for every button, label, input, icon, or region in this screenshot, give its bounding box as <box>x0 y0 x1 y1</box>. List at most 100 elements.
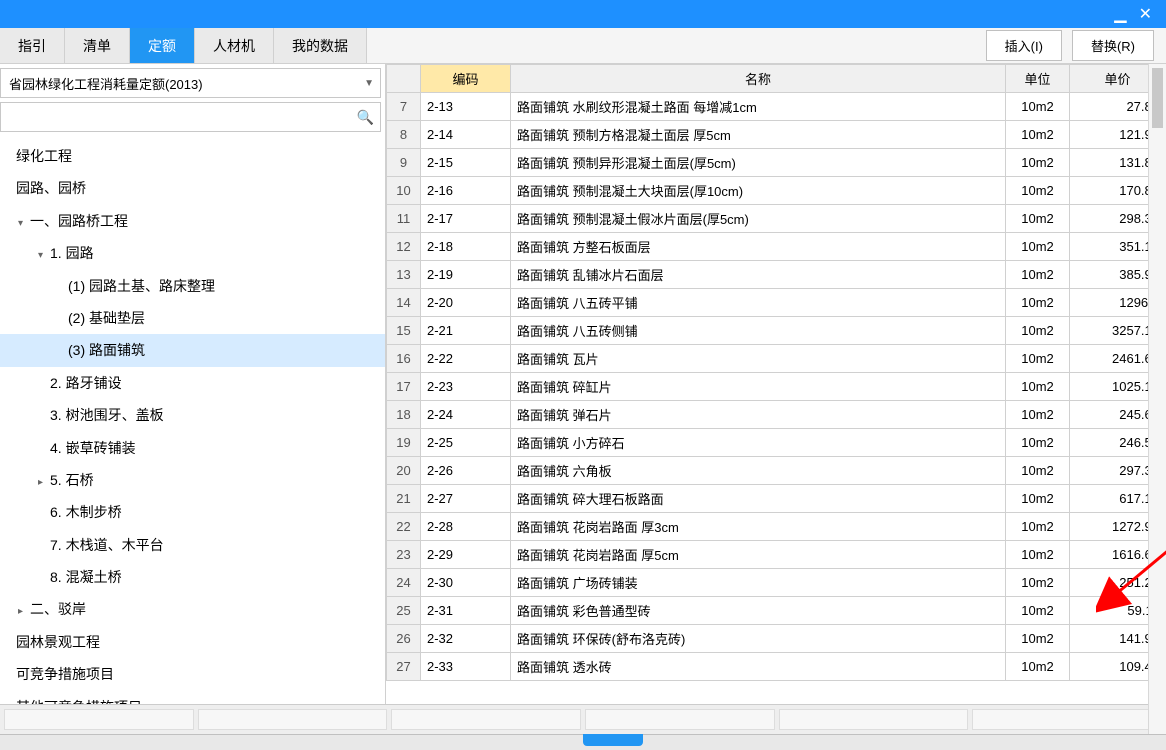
tab-3[interactable]: 人材机 <box>195 28 274 63</box>
cell-code: 2-31 <box>421 597 511 625</box>
norm-dropdown[interactable]: 省园林绿化工程消耗量定额(2013) ▼ <box>0 68 381 98</box>
tree-item-6[interactable]: (3) 路面铺筑 <box>0 334 385 366</box>
table-row[interactable]: 202-26路面铺筑 六角板10m2297.37 <box>387 457 1166 485</box>
tab-0[interactable]: 指引 <box>0 28 65 63</box>
tree-item-15[interactable]: 园林景观工程 <box>0 626 385 658</box>
cell-code: 2-25 <box>421 429 511 457</box>
table-row[interactable]: 142-20路面铺筑 八五砖平铺10m21296.1 <box>387 289 1166 317</box>
tab-1[interactable]: 清单 <box>65 28 130 63</box>
titlebar: ▁ ✕ <box>0 0 1166 28</box>
tab-4[interactable]: 我的数据 <box>274 28 367 63</box>
tree-item-label: 8. 混凝土桥 <box>50 569 122 585</box>
cell-unit: 10m2 <box>1006 569 1070 597</box>
col-header-code[interactable]: 编码 <box>421 65 511 93</box>
insert-button[interactable]: 插入(I) <box>986 30 1062 61</box>
tree-item-0[interactable]: 绿化工程 <box>0 140 385 172</box>
table-row[interactable]: 212-27路面铺筑 碎大理石板路面10m2617.18 <box>387 485 1166 513</box>
cell-code: 2-19 <box>421 261 511 289</box>
toolbar: 指引清单定额人材机我的数据 插入(I) 替换(R) <box>0 28 1166 64</box>
tree-item-14[interactable]: ▸二、驳岸 <box>0 593 385 625</box>
table-row[interactable]: 272-33路面铺筑 透水砖10m2109.47 <box>387 653 1166 681</box>
cell-code: 2-21 <box>421 317 511 345</box>
table-row[interactable]: 232-29路面铺筑 花岗岩路面 厚5cm10m21616.69 <box>387 541 1166 569</box>
cell-rownum: 10 <box>387 177 421 205</box>
cell-rownum: 12 <box>387 233 421 261</box>
table-row[interactable]: 222-28路面铺筑 花岗岩路面 厚3cm10m21272.95 <box>387 513 1166 541</box>
tree-item-10[interactable]: ▸5. 石桥 <box>0 464 385 496</box>
tree-item-7[interactable]: 2. 路牙铺设 <box>0 367 385 399</box>
cell-rownum: 20 <box>387 457 421 485</box>
col-header-rownum[interactable] <box>387 65 421 93</box>
col-header-unit[interactable]: 单位 <box>1006 65 1070 93</box>
tree-item-label: (2) 基础垫层 <box>68 310 145 326</box>
cell-name: 路面铺筑 碎缸片 <box>511 373 1006 401</box>
table-row[interactable]: 192-25路面铺筑 小方碎石10m2246.55 <box>387 429 1166 457</box>
table-row[interactable]: 172-23路面铺筑 碎缸片10m21025.14 <box>387 373 1166 401</box>
tree-item-4[interactable]: (1) 园路土基、路床整理 <box>0 270 385 302</box>
table-row[interactable]: 152-21路面铺筑 八五砖侧铺10m23257.12 <box>387 317 1166 345</box>
tree-item-label: 4. 嵌草砖铺装 <box>50 440 136 456</box>
cell-unit: 10m2 <box>1006 261 1070 289</box>
tree-item-label: 绿化工程 <box>16 148 72 164</box>
tree-item-13[interactable]: 8. 混凝土桥 <box>0 561 385 593</box>
table-row[interactable]: 262-32路面铺筑 环保砖(舒布洛克砖)10m2141.93 <box>387 625 1166 653</box>
cell-code: 2-16 <box>421 177 511 205</box>
table-row[interactable]: 102-16路面铺筑 预制混凝土大块面层(厚10cm)10m2170.81 <box>387 177 1166 205</box>
tree-item-3[interactable]: ▾1. 园路 <box>0 237 385 269</box>
tree-item-label: 3. 树池围牙、盖板 <box>50 407 164 423</box>
cell-code: 2-24 <box>421 401 511 429</box>
tree-item-17[interactable]: 其他可竞争措施项目 <box>0 691 385 704</box>
minimize-button[interactable]: ▁ <box>1108 4 1132 24</box>
cell-name: 路面铺筑 预制方格混凝土面层 厚5cm <box>511 121 1006 149</box>
cell-code: 2-13 <box>421 93 511 121</box>
cell-name: 路面铺筑 小方碎石 <box>511 429 1006 457</box>
table-row[interactable]: 72-13路面铺筑 水刷纹形混凝土路面 每增减1cm10m227.85 <box>387 93 1166 121</box>
col-header-name[interactable]: 名称 <box>511 65 1006 93</box>
tree-item-16[interactable]: 可竞争措施项目 <box>0 658 385 690</box>
tree-item-label: 6. 木制步桥 <box>50 504 122 520</box>
tree-item-11[interactable]: 6. 木制步桥 <box>0 496 385 528</box>
pager-handle[interactable] <box>583 734 643 746</box>
tree-item-label: 可竞争措施项目 <box>16 666 114 682</box>
tab-2[interactable]: 定额 <box>130 28 195 63</box>
tree-toggle-icon: ▾ <box>18 216 30 232</box>
tree-item-2[interactable]: ▾一、园路桥工程 <box>0 205 385 237</box>
cell-unit: 10m2 <box>1006 149 1070 177</box>
tree-item-9[interactable]: 4. 嵌草砖铺装 <box>0 432 385 464</box>
cell-name: 路面铺筑 花岗岩路面 厚5cm <box>511 541 1006 569</box>
cell-code: 2-17 <box>421 205 511 233</box>
tree-item-5[interactable]: (2) 基础垫层 <box>0 302 385 334</box>
table-row[interactable]: 162-22路面铺筑 瓦片10m22461.67 <box>387 345 1166 373</box>
replace-button[interactable]: 替换(R) <box>1072 30 1154 61</box>
tree-toggle-icon: ▾ <box>38 248 50 264</box>
cell-rownum: 17 <box>387 373 421 401</box>
table-row[interactable]: 132-19路面铺筑 乱铺冰片石面层10m2385.92 <box>387 261 1166 289</box>
search-input[interactable]: 🔍 <box>0 102 381 132</box>
outer-scrollbar-thumb[interactable] <box>1152 68 1163 128</box>
table-row[interactable]: 252-31路面铺筑 彩色普通型砖10m259.11 <box>387 597 1166 625</box>
cell-rownum: 26 <box>387 625 421 653</box>
tree-item-label: 其他可竞争措施项目 <box>16 699 142 704</box>
table-row[interactable]: 82-14路面铺筑 预制方格混凝土面层 厚5cm10m2121.99 <box>387 121 1166 149</box>
cell-name: 路面铺筑 八五砖平铺 <box>511 289 1006 317</box>
table-row[interactable]: 242-30路面铺筑 广场砖铺装10m2251.28 <box>387 569 1166 597</box>
table-row[interactable]: 182-24路面铺筑 弹石片10m2245.66 <box>387 401 1166 429</box>
tree-item-1[interactable]: 园路、园桥 <box>0 172 385 204</box>
close-button[interactable]: ✕ <box>1133 4 1158 24</box>
main-area: 省园林绿化工程消耗量定额(2013) ▼ 🔍 绿化工程园路、园桥▾一、园路桥工程… <box>0 64 1166 704</box>
cell-code: 2-32 <box>421 625 511 653</box>
tree-item-12[interactable]: 7. 木栈道、木平台 <box>0 529 385 561</box>
table-row[interactable]: 112-17路面铺筑 预制混凝土假冰片面层(厚5cm)10m2298.34 <box>387 205 1166 233</box>
cell-code: 2-30 <box>421 569 511 597</box>
tree-item-8[interactable]: 3. 树池围牙、盖板 <box>0 399 385 431</box>
outer-scrollbar[interactable] <box>1148 64 1166 750</box>
table-row[interactable]: 92-15路面铺筑 预制异形混凝土面层(厚5cm)10m2131.89 <box>387 149 1166 177</box>
grid-scroll[interactable]: 编码 名称 单位 单价 72-13路面铺筑 水刷纹形混凝土路面 每增减1cm10… <box>386 64 1166 704</box>
table-row[interactable]: 122-18路面铺筑 方整石板面层10m2351.13 <box>387 233 1166 261</box>
tree-item-label: (1) 园路土基、路床整理 <box>68 278 215 294</box>
cell-unit: 10m2 <box>1006 177 1070 205</box>
cell-code: 2-18 <box>421 233 511 261</box>
cell-name: 路面铺筑 乱铺冰片石面层 <box>511 261 1006 289</box>
cell-rownum: 27 <box>387 653 421 681</box>
cell-unit: 10m2 <box>1006 429 1070 457</box>
